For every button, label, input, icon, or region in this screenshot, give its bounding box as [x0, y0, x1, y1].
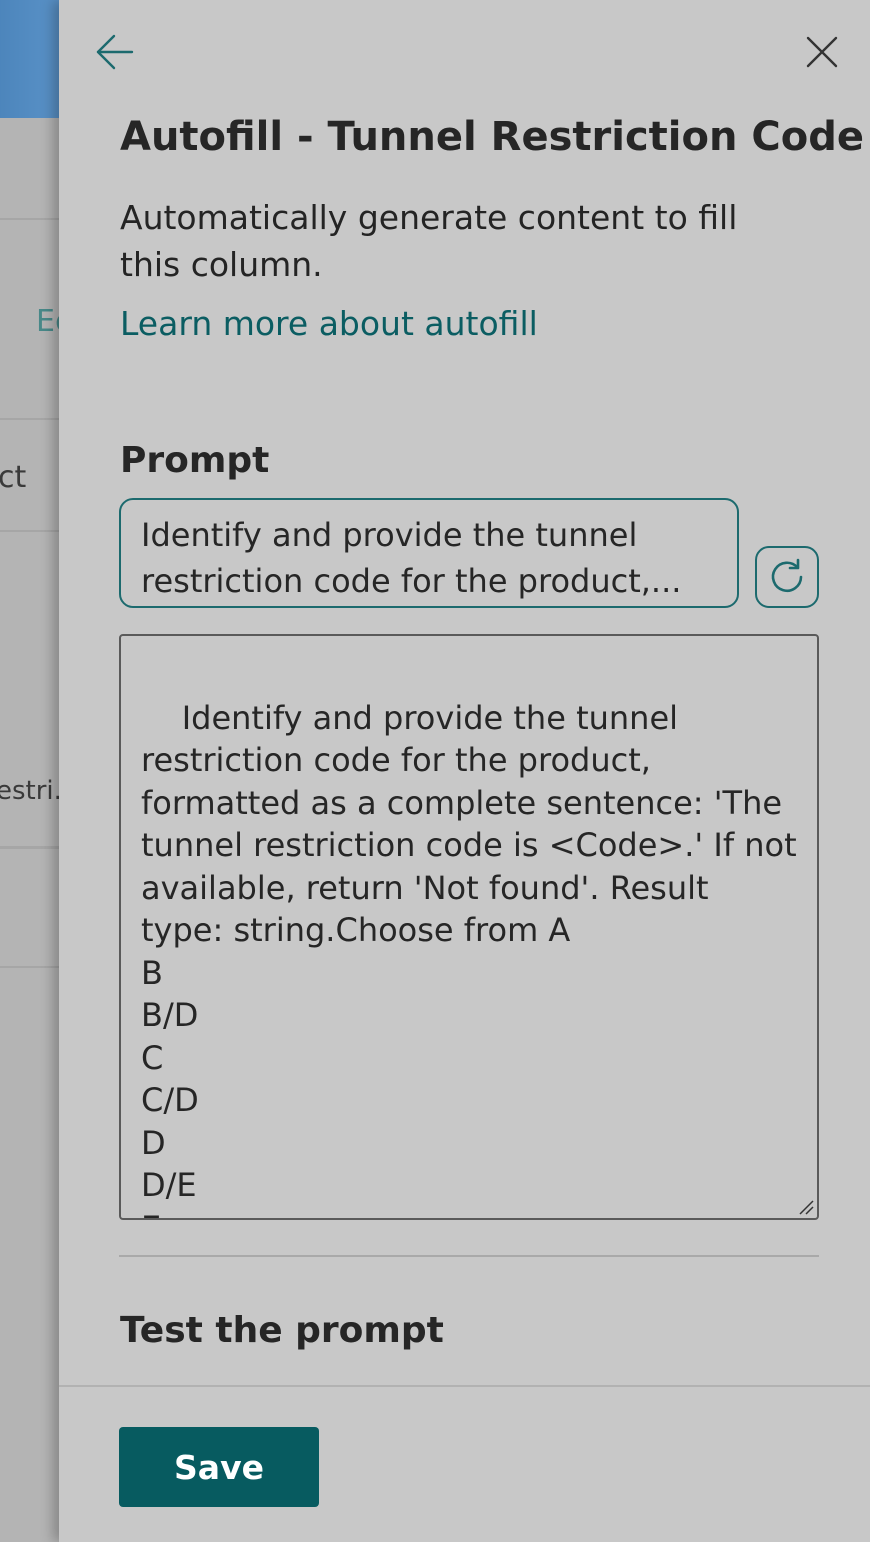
- autofill-panel: Autofill - Tunnel Restriction Code Autom…: [59, 0, 870, 1542]
- background-text-fragment: ct: [0, 460, 27, 495]
- panel-description: Automatically generate content to fill t…: [120, 198, 738, 284]
- footer-divider: [59, 1385, 870, 1387]
- panel-title: Autofill - Tunnel Restriction Code: [120, 114, 864, 160]
- refresh-icon: [771, 558, 803, 593]
- background-header: [0, 0, 60, 118]
- prompt-heading: Prompt: [120, 440, 270, 481]
- background-divider: [0, 418, 60, 420]
- prompt-text: Identify and provide the tunnel restrict…: [141, 698, 797, 1219]
- background-divider: [0, 530, 60, 532]
- background-page: Ec ct estri..: [0, 0, 60, 1542]
- test-prompt-heading[interactable]: Test the prompt: [120, 1310, 444, 1351]
- background-divider: [0, 218, 60, 220]
- save-button[interactable]: Save: [119, 1427, 319, 1507]
- learn-more-link[interactable]: Learn more about autofill: [120, 304, 538, 343]
- regenerate-prompt-button[interactable]: [755, 546, 819, 608]
- close-button[interactable]: [794, 24, 850, 80]
- prompt-text-area[interactable]: Identify and provide the tunnel restrict…: [119, 634, 819, 1220]
- prompt-summary-field[interactable]: Identify and provide the tunnel restrict…: [119, 498, 739, 608]
- resize-grip-icon[interactable]: [798, 1199, 814, 1215]
- close-icon: [806, 36, 838, 68]
- background-text-fragment: estri..: [0, 776, 60, 806]
- arrow-left-icon: [96, 34, 134, 70]
- background-divider: [0, 846, 60, 849]
- background-text-fragment: Ec: [36, 304, 60, 339]
- background-divider: [0, 966, 60, 968]
- section-divider: [119, 1255, 819, 1257]
- back-button[interactable]: [86, 24, 142, 80]
